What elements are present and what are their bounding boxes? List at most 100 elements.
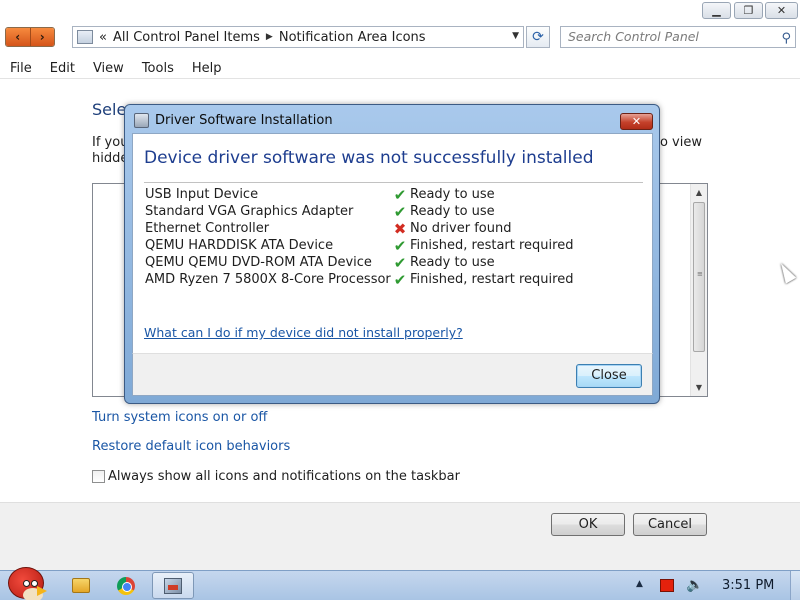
minimize-button[interactable]: ▁	[702, 2, 731, 19]
device-name: Ethernet Controller	[145, 221, 270, 236]
nav-buttons: ‹ ›	[5, 27, 55, 47]
minimize-icon: ▁	[712, 4, 721, 17]
taskbar-chrome[interactable]	[105, 572, 147, 599]
driver-install-icon	[134, 113, 149, 128]
show-desktop-button[interactable]	[790, 571, 800, 600]
always-show-label[interactable]: Always show all icons and notifications …	[108, 469, 460, 484]
device-name: QEMU QEMU DVD-ROM ATA Device	[145, 255, 372, 270]
error-x-icon: ✖	[393, 219, 407, 238]
tray-expand-icon[interactable]: ▲	[636, 579, 643, 589]
address-prefix-icon[interactable]: «	[99, 30, 107, 45]
status-text: Ready to use	[410, 204, 495, 219]
breadcrumb-separator-icon[interactable]: ▶	[266, 32, 273, 42]
status-text: Finished, restart required	[410, 272, 574, 287]
restore-default-behaviors-link[interactable]: Restore default icon behaviors	[92, 439, 290, 454]
device-list: USB Input Device ✔ Ready to use Standard …	[145, 186, 645, 288]
driver-setup-icon	[164, 577, 182, 594]
device-row: QEMU QEMU DVD-ROM ATA Device ✔ Ready to u…	[145, 254, 645, 271]
scroll-up-icon[interactable]: ▲	[691, 184, 707, 201]
forward-button[interactable]: ›	[30, 28, 54, 46]
maximize-icon: ❐	[743, 4, 754, 17]
grip-icon: ≡	[697, 270, 703, 278]
menu-tools[interactable]: Tools	[132, 58, 182, 78]
status-text: No driver found	[410, 221, 512, 236]
dialog-body: Device driver software was not successfu…	[132, 133, 653, 353]
chrome-icon	[117, 576, 135, 595]
footer-bar: OK Cancel	[0, 502, 800, 570]
device-status: ✔ Finished, restart required	[392, 271, 574, 288]
dialog-title: Driver Software Installation	[155, 113, 333, 128]
close-icon: ✕	[631, 115, 642, 128]
device-name: AMD Ryzen 7 5800X 8-Core Processor	[145, 272, 391, 287]
device-help-link[interactable]: What can I do if my device did not insta…	[144, 325, 463, 340]
dialog-close-button[interactable]: ✕	[620, 113, 653, 130]
taskbar-explorer[interactable]	[60, 572, 102, 599]
scroll-down-icon[interactable]: ▼	[691, 379, 707, 396]
address-dropdown-icon[interactable]: ▼	[512, 31, 519, 41]
search-icon[interactable]: ⚲	[781, 29, 791, 49]
search-input[interactable]: Search Control Panel ⚲	[560, 26, 796, 48]
device-name: USB Input Device	[145, 187, 259, 202]
device-name: QEMU HARDDISK ATA Device	[145, 238, 334, 253]
dialog-heading: Device driver software was not successfu…	[144, 148, 594, 168]
description-right: o view	[659, 135, 702, 150]
clock[interactable]: 3:51 PM	[722, 578, 774, 593]
scroll-thumb[interactable]: ≡	[693, 202, 705, 352]
menu-file[interactable]: File	[0, 58, 40, 78]
device-name: Standard VGA Graphics Adapter	[145, 204, 354, 219]
back-arrow-icon: ‹	[15, 30, 21, 44]
dialog-close-action-button[interactable]: Close	[576, 364, 642, 388]
turn-system-icons-link[interactable]: Turn system icons on or off	[92, 410, 267, 425]
device-status: ✖ No driver found	[392, 219, 512, 238]
checkmark-icon: ✔	[393, 185, 407, 204]
device-status: ✔ Ready to use	[392, 186, 495, 203]
checkmark-icon: ✔	[393, 236, 407, 255]
refresh-button[interactable]: ⟳	[526, 26, 550, 48]
cancel-button[interactable]: Cancel	[633, 513, 707, 536]
device-status: ✔ Finished, restart required	[392, 236, 574, 255]
vertical-scrollbar[interactable]: ▲ ≡ ▼	[690, 184, 707, 396]
device-status: ✔ Ready to use	[392, 254, 495, 271]
control-panel-icon	[77, 30, 93, 44]
device-row: Ethernet Controller ✖ No driver found	[145, 220, 645, 237]
menu-bar: File Edit View Tools Help	[0, 58, 800, 79]
device-row: AMD Ryzen 7 5800X 8-Core Processor ✔ Fini…	[145, 271, 645, 288]
taskbar-driver-setup[interactable]	[152, 572, 194, 599]
refresh-icon: ⟳	[532, 29, 544, 45]
breadcrumb-notification-icons[interactable]: Notification Area Icons	[279, 30, 426, 45]
menu-view[interactable]: View	[83, 58, 132, 78]
always-show-checkbox[interactable]	[92, 470, 105, 483]
back-button[interactable]: ‹	[6, 28, 31, 46]
status-text: Ready to use	[410, 255, 495, 270]
window-titlebar: ▁ ❐ ✕	[0, 0, 800, 22]
status-text: Ready to use	[410, 187, 495, 202]
tray-flag-icon[interactable]	[660, 579, 674, 592]
start-button[interactable]	[4, 563, 48, 600]
device-row: QEMU HARDDISK ATA Device ✔ Finished, rest…	[145, 237, 645, 254]
breadcrumb-all-items[interactable]: All Control Panel Items	[113, 30, 260, 45]
menu-help[interactable]: Help	[182, 58, 230, 78]
maximize-button[interactable]: ❐	[734, 2, 763, 19]
device-row: USB Input Device ✔ Ready to use	[145, 186, 645, 203]
divider	[144, 182, 643, 183]
ok-button[interactable]: OK	[551, 513, 625, 536]
address-bar[interactable]: « All Control Panel Items ▶ Notification…	[72, 26, 524, 48]
folder-icon	[72, 578, 90, 593]
menu-edit[interactable]: Edit	[40, 58, 83, 78]
bird-beak	[37, 586, 47, 596]
device-status: ✔ Ready to use	[392, 203, 495, 220]
forward-arrow-icon: ›	[39, 30, 45, 44]
checkmark-icon: ✔	[393, 253, 407, 272]
status-text: Finished, restart required	[410, 238, 574, 253]
checkmark-icon: ✔	[393, 202, 407, 221]
address-row: ‹ › « All Control Panel Items ▶ Notifica…	[0, 22, 800, 58]
volume-icon[interactable]: 🔈	[686, 577, 703, 593]
close-window-button[interactable]: ✕	[765, 2, 798, 19]
dialog-footer: Close	[132, 353, 653, 396]
device-row: Standard VGA Graphics Adapter ✔ Ready to …	[145, 203, 645, 220]
angry-bird-icon	[8, 567, 47, 600]
search-placeholder: Search Control Panel	[568, 29, 699, 44]
always-show-row: Always show all icons and notifications …	[92, 469, 460, 484]
bird-eye	[23, 580, 30, 587]
taskbar: ▲ 🔈 3:51 PM	[0, 567, 800, 600]
